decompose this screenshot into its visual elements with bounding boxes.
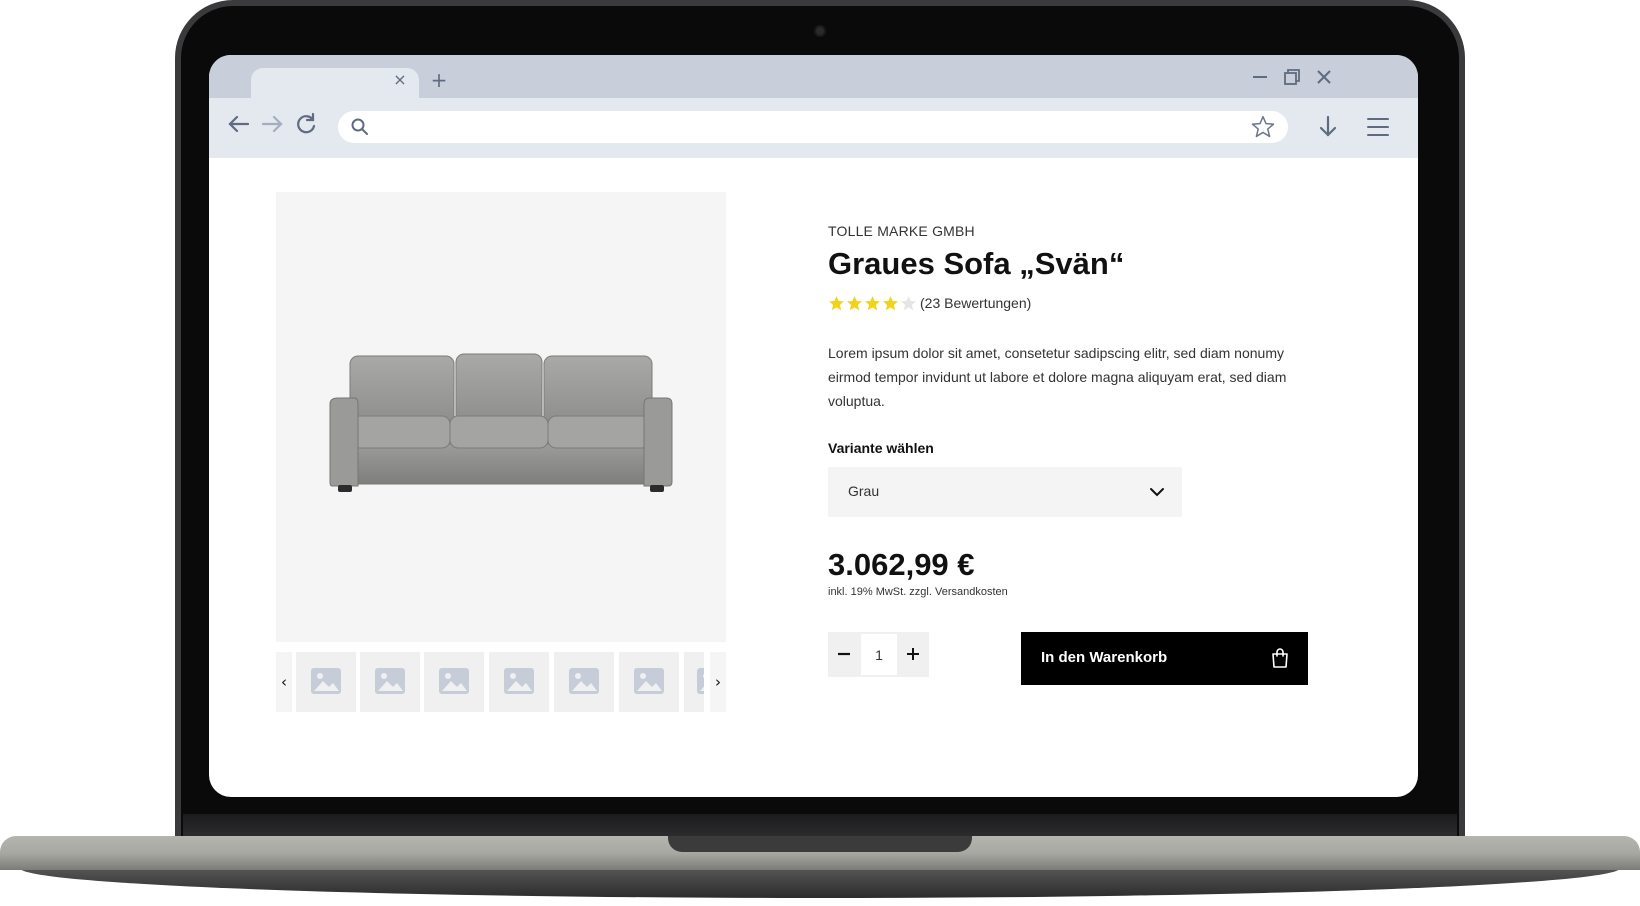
thumbnail-image-icon[interactable]	[619, 652, 679, 712]
laptop-hinge	[183, 814, 1457, 838]
star-empty-icon	[901, 296, 916, 311]
star-filled-icon	[847, 296, 862, 311]
laptop-base-shadow	[20, 868, 1620, 898]
minimize-icon[interactable]	[1248, 65, 1272, 89]
quantity-stepper	[828, 632, 929, 677]
thumbnail-image-icon[interactable]	[360, 652, 420, 712]
back-icon[interactable]	[224, 109, 254, 139]
variant-select[interactable]: Grau	[828, 467, 1182, 517]
brand-name[interactable]: TOLLE MARKE GMBH	[828, 223, 975, 239]
address-bar[interactable]	[338, 111, 1288, 143]
camera	[814, 25, 826, 37]
new-tab-button[interactable]: +	[429, 69, 449, 91]
thumbnail-image-icon[interactable]	[684, 652, 704, 712]
thumbnail-prev-button[interactable]: ‹	[276, 652, 292, 712]
variant-selected-value: Grau	[848, 483, 880, 499]
tab-bar: × +	[209, 55, 1418, 98]
thumbnail-image-icon[interactable]	[296, 652, 356, 712]
chevron-down-icon	[1150, 488, 1164, 497]
product-title: Graues Sofa „Svän“	[828, 246, 1125, 281]
star-filled-icon	[883, 296, 898, 311]
variant-label: Variante wählen	[828, 440, 934, 456]
product-image[interactable]	[276, 192, 726, 642]
reload-icon[interactable]	[291, 109, 321, 139]
star-filled-icon	[829, 296, 844, 311]
thumbnail-image-icon[interactable]	[554, 652, 614, 712]
thumbnail-image-icon[interactable]	[424, 652, 484, 712]
quantity-increase-button[interactable]	[897, 632, 929, 677]
forward-icon[interactable]	[257, 109, 287, 139]
download-icon[interactable]	[1314, 113, 1342, 141]
sofa-image	[329, 353, 673, 492]
product-price: 3.062,99 €	[828, 547, 975, 582]
close-icon[interactable]	[1312, 65, 1336, 89]
browser-window: × + ‹ › TOLLE MARKE GMBH Graues Sofa „Sv…	[209, 55, 1418, 797]
laptop-notch	[668, 836, 972, 852]
add-to-cart-button[interactable]: In den Warenkorb	[1021, 632, 1308, 685]
menu-icon[interactable]	[1364, 113, 1392, 141]
shopping-bag-icon	[1272, 648, 1288, 668]
thumbnail-image-icon[interactable]	[489, 652, 549, 712]
thumbnail-strip: ‹ ›	[276, 652, 726, 712]
star-icon[interactable]	[1250, 114, 1276, 140]
thumbnail-next-button[interactable]: ›	[710, 652, 726, 712]
restore-icon[interactable]	[1280, 65, 1304, 89]
product-description: Lorem ipsum dolor sit amet, consetetur s…	[828, 345, 1287, 409]
star-filled-icon	[865, 296, 880, 311]
tax-note: inkl. 19% MwSt. zzgl. Versandkosten	[828, 586, 1008, 598]
tab-close-icon[interactable]: ×	[392, 70, 408, 90]
add-to-cart-label: In den Warenkorb	[1041, 649, 1168, 666]
quantity-decrease-button[interactable]	[828, 632, 860, 677]
quantity-input[interactable]	[861, 634, 897, 675]
rating-count[interactable]: (23 Bewertungen)	[920, 295, 1031, 312]
search-icon	[350, 117, 370, 137]
